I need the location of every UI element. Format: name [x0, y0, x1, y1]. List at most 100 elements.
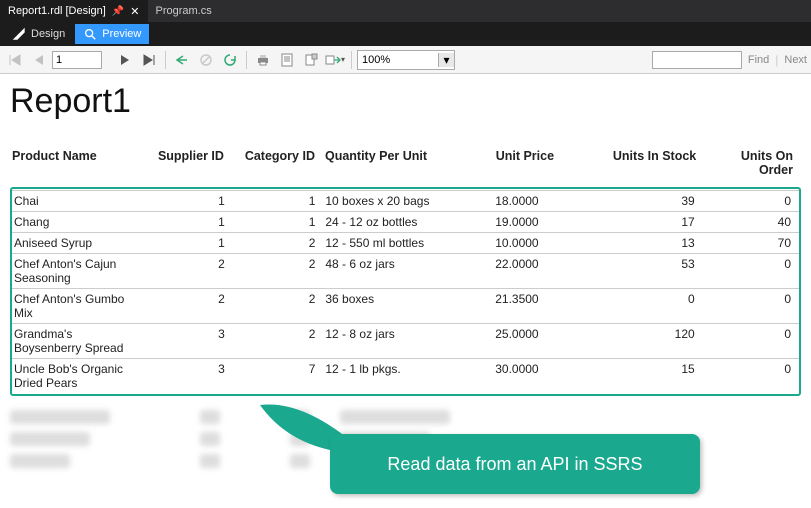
col-product: Product Name — [10, 145, 147, 187]
zoom-input[interactable] — [358, 54, 438, 66]
cell-product: Chef Anton's Gumbo Mix — [12, 289, 148, 324]
tab-preview[interactable]: Preview — [75, 24, 149, 44]
cell-product: Uncle Bob's Organic Dried Pears — [12, 359, 148, 394]
cell-qty: 12 - 550 ml bottles — [323, 233, 493, 254]
cell-product: Chai — [12, 191, 148, 212]
report-surface: Report1 Product Name Supplier ID Categor… — [0, 74, 811, 490]
next-page-button[interactable] — [114, 49, 136, 71]
close-icon[interactable]: ✕ — [130, 5, 139, 18]
cell-supplier: 3 — [148, 324, 233, 359]
cell-category: 2 — [233, 233, 324, 254]
first-page-button[interactable] — [4, 49, 26, 71]
cell-order: 0 — [703, 359, 799, 394]
tab-label: Preview — [102, 28, 141, 40]
cell-category: 2 — [233, 254, 324, 289]
pin-icon[interactable]: 📌 — [112, 6, 124, 17]
col-category: Category ID — [232, 145, 323, 187]
cell-qty: 36 boxes — [323, 289, 493, 324]
document-tab-report1[interactable]: Report1.rdl [Design] 📌 ✕ — [0, 0, 148, 22]
print-layout-button[interactable] — [276, 49, 298, 71]
annotation-callout: Read data from an API in SSRS — [330, 434, 700, 494]
cell-stock: 0 — [606, 289, 702, 324]
view-tab-bar: Design Preview — [0, 22, 811, 46]
cell-price: 30.0000 — [493, 359, 606, 394]
cell-price: 21.3500 — [493, 289, 606, 324]
ruler-icon — [12, 27, 26, 41]
chevron-down-icon[interactable]: ▾ — [438, 53, 454, 67]
export-button[interactable]: ▾ — [324, 49, 346, 71]
last-page-button[interactable] — [138, 49, 160, 71]
col-qty: Quantity Per Unit — [323, 145, 494, 187]
page-of-label — [104, 49, 112, 71]
cell-supplier: 2 — [148, 254, 233, 289]
table-row[interactable]: Chang1124 - 12 oz bottles19.00001740 — [12, 212, 799, 233]
col-supplier: Supplier ID — [147, 145, 232, 187]
page-number-input[interactable] — [52, 51, 102, 69]
table-row[interactable]: Chai1110 boxes x 20 bags18.0000390 — [12, 191, 799, 212]
table-row[interactable]: Chef Anton's Gumbo Mix2236 boxes21.35000… — [12, 289, 799, 324]
cell-stock: 53 — [606, 254, 702, 289]
cell-product: Chang — [12, 212, 148, 233]
cell-supplier: 1 — [148, 212, 233, 233]
cell-stock: 15 — [606, 359, 702, 394]
magnifier-icon — [83, 27, 97, 41]
table-row[interactable]: Uncle Bob's Organic Dried Pears3712 - 1 … — [12, 359, 799, 394]
search-input[interactable] — [652, 51, 742, 69]
cell-qty: 10 boxes x 20 bags — [323, 191, 493, 212]
page-setup-button[interactable] — [300, 49, 322, 71]
cell-stock: 120 — [606, 324, 702, 359]
cell-product: Aniseed Syrup — [12, 233, 148, 254]
cell-product: Grandma's Boysenberry Spread — [12, 324, 148, 359]
prev-page-button[interactable] — [28, 49, 50, 71]
refresh-button[interactable] — [219, 49, 241, 71]
col-price: Unit Price — [494, 145, 608, 187]
cell-qty: 12 - 8 oz jars — [323, 324, 493, 359]
document-tab-label: Report1.rdl [Design] — [8, 5, 106, 17]
table-row[interactable]: Aniseed Syrup1212 - 550 ml bottles10.000… — [12, 233, 799, 254]
cell-qty: 24 - 12 oz bottles — [323, 212, 493, 233]
back-button[interactable] — [171, 49, 193, 71]
cell-stock: 39 — [606, 191, 702, 212]
cell-order: 40 — [703, 212, 799, 233]
cell-price: 18.0000 — [493, 191, 606, 212]
stop-button[interactable] — [195, 49, 217, 71]
cell-price: 10.0000 — [493, 233, 606, 254]
tab-label: Design — [31, 28, 65, 40]
cell-supplier: 1 — [148, 191, 233, 212]
tab-design[interactable]: Design — [4, 24, 73, 44]
cell-price: 19.0000 — [493, 212, 606, 233]
document-tab-bar: Report1.rdl [Design] 📌 ✕ Program.cs — [0, 0, 811, 22]
data-table: Product Name Supplier ID Category ID Qua… — [10, 145, 801, 187]
cell-order: 70 — [703, 233, 799, 254]
cell-order: 0 — [703, 191, 799, 212]
document-tab-program[interactable]: Program.cs — [148, 0, 220, 22]
cell-supplier: 3 — [148, 359, 233, 394]
cell-qty: 12 - 1 lb pkgs. — [323, 359, 493, 394]
cell-category: 2 — [233, 324, 324, 359]
print-button[interactable] — [252, 49, 274, 71]
zoom-select[interactable]: ▾ — [357, 50, 455, 70]
cell-price: 22.0000 — [493, 254, 606, 289]
col-stock: Units In Stock — [608, 145, 705, 187]
cell-product: Chef Anton's Cajun Seasoning — [12, 254, 148, 289]
callout-text: Read data from an API in SSRS — [387, 454, 642, 475]
cell-category: 7 — [233, 359, 324, 394]
cell-category: 1 — [233, 212, 324, 233]
table-row[interactable]: Chef Anton's Cajun Seasoning2248 - 6 oz … — [12, 254, 799, 289]
cell-order: 0 — [703, 254, 799, 289]
table-row[interactable]: Grandma's Boysenberry Spread3212 - 8 oz … — [12, 324, 799, 359]
header-row: Product Name Supplier ID Category ID Qua… — [10, 145, 801, 187]
cell-category: 2 — [233, 289, 324, 324]
find-link[interactable]: Find — [748, 54, 769, 66]
next-link[interactable]: Next — [784, 54, 807, 66]
cell-order: 0 — [703, 289, 799, 324]
document-tab-label: Program.cs — [156, 5, 212, 17]
cell-price: 25.0000 — [493, 324, 606, 359]
cell-supplier: 1 — [148, 233, 233, 254]
cell-stock: 13 — [606, 233, 702, 254]
cell-order: 0 — [703, 324, 799, 359]
cell-supplier: 2 — [148, 289, 233, 324]
cell-qty: 48 - 6 oz jars — [323, 254, 493, 289]
cell-category: 1 — [233, 191, 324, 212]
report-title: Report1 — [10, 82, 801, 121]
